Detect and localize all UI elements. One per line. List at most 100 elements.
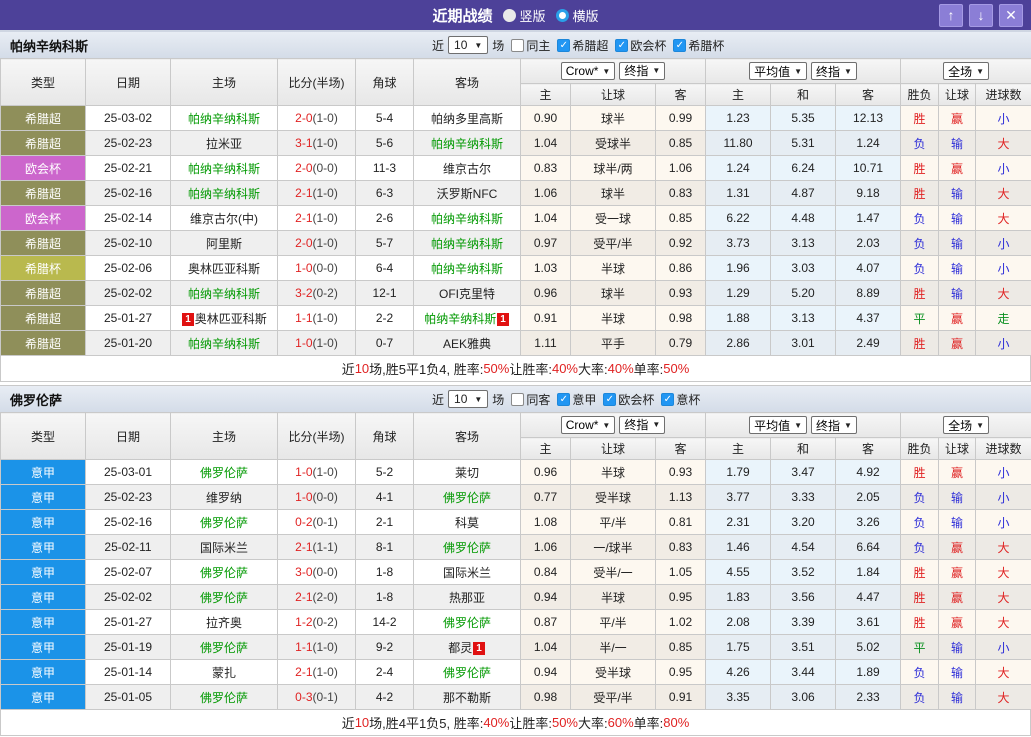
home-team: 佛罗伦萨 <box>171 510 278 535</box>
radio-unselected-icon[interactable] <box>502 9 515 22</box>
sub-col-header: 让球 <box>939 438 976 460</box>
away-team: 维京古尔 <box>414 156 521 181</box>
halftime-score: (1-0) <box>313 136 338 150</box>
away-team: 帕纳辛纳科斯1 <box>414 306 521 331</box>
section-header: 佛罗伦萨 近 10 ▼ 场 同客✓意甲✓欧会杯✓意杯 <box>0 386 1031 412</box>
average-select[interactable]: 平均值 ▼ <box>749 416 807 434</box>
bookmaker-select-value: Crow* <box>566 64 599 78</box>
handicap: 平手 <box>571 331 656 356</box>
avg-home-odds: 6.22 <box>706 206 771 231</box>
result-goals: 小 <box>976 635 1031 660</box>
avg-draw-odds: 3.47 <box>771 460 836 485</box>
result-handicap: 输 <box>939 635 976 660</box>
checked-checkbox-icon[interactable]: ✓ <box>615 39 628 52</box>
table-row: 希腊超25-02-10阿里斯2-0(1-0)5-7帕纳辛纳科斯0.97受平/半0… <box>1 231 1031 256</box>
match-count-select[interactable]: 10 ▼ <box>448 390 488 408</box>
avg-draw-odds: 3.06 <box>771 685 836 710</box>
average-select[interactable]: 平均值▼ <box>749 62 807 80</box>
summary-text: 单率: <box>634 713 664 732</box>
filter-checkbox[interactable]: 同主 <box>511 37 550 54</box>
move-up-button[interactable]: ↑ <box>939 4 963 27</box>
layout-option-horizontal[interactable]: 横版 <box>556 6 599 25</box>
chevron-down-icon: ▼ <box>976 67 984 76</box>
chevron-down-icon: ▼ <box>844 67 852 76</box>
sub-col-header: 客 <box>836 438 901 460</box>
filter-checkbox[interactable]: ✓意杯 <box>661 391 700 408</box>
result-winlose: 胜 <box>901 610 939 635</box>
filter-checkbox[interactable]: ✓意甲 <box>557 391 596 408</box>
close-button[interactable]: ✕ <box>999 4 1023 27</box>
away-odds: 0.85 <box>656 635 706 660</box>
filter-checkbox[interactable]: ✓欧会杯 <box>603 391 654 408</box>
checked-checkbox-icon[interactable]: ✓ <box>557 393 570 406</box>
match-date: 25-03-02 <box>86 106 171 131</box>
corners: 5-4 <box>356 106 414 131</box>
avg-draw-odds: 3.33 <box>771 485 836 510</box>
fulltime-score: 1-0 <box>295 336 312 350</box>
away-team: 热那亚 <box>414 585 521 610</box>
match-count-select[interactable]: 10 ▼ <box>448 36 488 54</box>
average-select-value: 平均值 <box>754 417 790 434</box>
move-down-button[interactable]: ↓ <box>969 4 993 27</box>
match-date: 25-02-14 <box>86 206 171 231</box>
filter-checkbox[interactable]: ✓欧会杯 <box>615 37 666 54</box>
checked-checkbox-icon[interactable]: ✓ <box>661 393 674 406</box>
result-handicap: 输 <box>939 685 976 710</box>
filter-checkbox[interactable]: 同客 <box>511 391 550 408</box>
crow-final-select[interactable]: 终指▼ <box>619 416 665 434</box>
team-name: 佛罗伦萨 <box>0 390 62 409</box>
full-match-select[interactable]: 全场▼ <box>943 62 989 80</box>
crow-final-select[interactable]: 终指▼ <box>619 62 665 80</box>
home-team: 帕纳辛纳科斯 <box>171 281 278 306</box>
checked-checkbox-icon[interactable]: ✓ <box>673 39 686 52</box>
league-badge: 欧会杯 <box>1 206 86 231</box>
crow-final-select-value: 终指 <box>624 416 648 433</box>
layout-option-vertical[interactable]: 竖版 <box>502 6 545 25</box>
sub-col-header: 主 <box>706 84 771 106</box>
chevron-down-icon: ▼ <box>652 66 660 75</box>
away-odds: 0.81 <box>656 510 706 535</box>
handicap: 一/球半 <box>571 535 656 560</box>
avg-away-odds: 1.24 <box>836 131 901 156</box>
match-date: 25-02-21 <box>86 156 171 181</box>
chevron-down-icon: ▼ <box>794 421 802 430</box>
avg-final-select[interactable]: 终指▼ <box>811 62 857 80</box>
corners: 1-8 <box>356 585 414 610</box>
home-team: 奥林匹亚科斯 <box>171 256 278 281</box>
unchecked-checkbox-icon[interactable] <box>511 393 524 406</box>
radio-selected-icon[interactable] <box>556 9 569 22</box>
filter-checkbox[interactable]: ✓希腊超 <box>557 37 608 54</box>
score-cell: 3-1(1-0) <box>278 131 356 156</box>
halftime-score: (1-0) <box>313 465 338 479</box>
checkbox-label: 欧会杯 <box>630 37 666 54</box>
sub-col-header: 让球 <box>571 84 656 106</box>
result-winlose: 胜 <box>901 460 939 485</box>
unchecked-checkbox-icon[interactable] <box>511 39 524 52</box>
filter-checkbox[interactable]: ✓希腊杯 <box>673 37 724 54</box>
avg-away-odds: 2.03 <box>836 231 901 256</box>
checked-checkbox-icon[interactable]: ✓ <box>557 39 570 52</box>
corners: 11-3 <box>356 156 414 181</box>
avg-final-select[interactable]: 终指▼ <box>811 416 857 434</box>
summary-row: 近10场,胜4平1负5, 胜率:40% 让胜率:50% 大率:60% 单率:80… <box>0 710 1031 736</box>
fulltime-score: 3-1 <box>295 136 312 150</box>
checked-checkbox-icon[interactable]: ✓ <box>603 393 616 406</box>
sections-container: 帕纳辛纳科斯 近 10 ▼ 场 同主✓希腊超✓欧会杯✓希腊杯 类型日期主场比分(… <box>0 32 1031 736</box>
away-odds: 0.91 <box>656 685 706 710</box>
table-row: 希腊超25-02-16帕纳辛纳科斯2-1(1-0)6-3沃罗斯NFC1.06球半… <box>1 181 1031 206</box>
halftime-score: (1-0) <box>313 236 338 250</box>
avg-away-odds: 1.47 <box>836 206 901 231</box>
avg-draw-odds: 3.20 <box>771 510 836 535</box>
halftime-score: (0-1) <box>313 515 338 529</box>
result-group-header: 全场▼ <box>901 413 1031 438</box>
bookmaker-select[interactable]: Crow*▼ <box>561 416 616 434</box>
fulltime-score: 1-0 <box>295 465 312 479</box>
home-team: 阿里斯 <box>171 231 278 256</box>
bookmaker-select[interactable]: Crow*▼ <box>561 62 616 80</box>
home-odds: 0.94 <box>521 585 571 610</box>
full-match-select[interactable]: 全场▼ <box>943 416 989 434</box>
home-odds: 0.96 <box>521 460 571 485</box>
sub-col-header: 进球数 <box>976 438 1031 460</box>
result-winlose: 胜 <box>901 560 939 585</box>
col-header: 角球 <box>356 413 414 460</box>
